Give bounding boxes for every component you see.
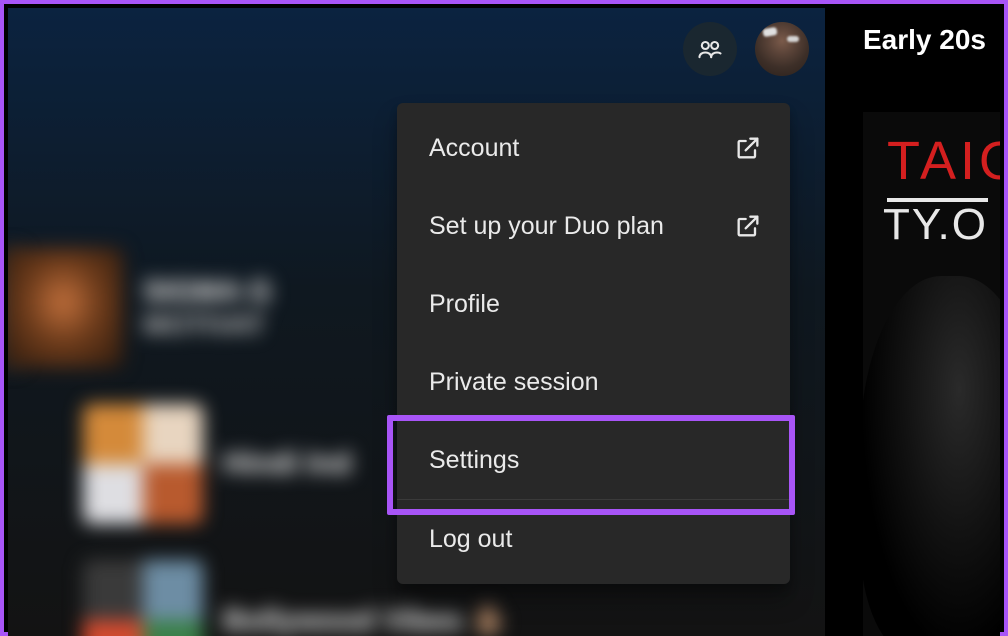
panel-title: Early 20s bbox=[825, 8, 1000, 56]
menu-item-private-session[interactable]: Private session bbox=[397, 343, 790, 421]
playlist-title: Hindi Ind bbox=[223, 447, 351, 481]
friends-icon bbox=[696, 35, 724, 63]
playlist-art bbox=[83, 560, 203, 636]
menu-item-label: Profile bbox=[429, 290, 500, 319]
album-title: TY.O bbox=[863, 200, 1000, 250]
menu-item-settings[interactable]: Settings bbox=[397, 421, 790, 499]
external-link-icon bbox=[734, 212, 762, 240]
album-figure bbox=[863, 276, 1000, 636]
menu-item-account[interactable]: Account bbox=[397, 109, 790, 187]
menu-item-label: Account bbox=[429, 134, 519, 163]
playlist-card[interactable]: SIGMA G MOTIVAT bbox=[8, 248, 403, 368]
profile-dropdown-menu: Account Set up your Duo plan Profile Pri… bbox=[397, 103, 790, 584]
menu-item-label: Private session bbox=[429, 368, 599, 397]
menu-item-duo-plan[interactable]: Set up your Duo plan bbox=[397, 187, 790, 265]
friend-activity-button[interactable] bbox=[683, 22, 737, 76]
album-cover[interactable]: TAIO CR TY.O bbox=[863, 112, 1000, 636]
profile-avatar-button[interactable] bbox=[755, 22, 809, 76]
menu-item-label: Settings bbox=[429, 446, 519, 475]
header-icons bbox=[683, 22, 809, 76]
app-frame: SIGMA G MOTIVAT Hindi Ind Bollywood Vibe… bbox=[0, 0, 1008, 636]
now-playing-panel: Early 20s TAIO CR TY.O bbox=[825, 8, 1000, 636]
playlist-title: Bollywood Vibes ✋🏽 bbox=[223, 603, 508, 636]
playlist-subtitle: MOTIVAT bbox=[143, 309, 272, 341]
menu-item-label: Log out bbox=[429, 525, 512, 554]
menu-item-profile[interactable]: Profile bbox=[397, 265, 790, 343]
album-artist: TAIO CR bbox=[863, 112, 1000, 192]
playlist-art bbox=[8, 248, 123, 368]
main-view: SIGMA G MOTIVAT Hindi Ind Bollywood Vibe… bbox=[8, 8, 833, 636]
playlist-art bbox=[83, 404, 203, 524]
playlist-title: SIGMA G bbox=[143, 275, 272, 309]
menu-item-logout[interactable]: Log out bbox=[397, 500, 790, 578]
menu-item-label: Set up your Duo plan bbox=[429, 212, 664, 241]
external-link-icon bbox=[734, 134, 762, 162]
